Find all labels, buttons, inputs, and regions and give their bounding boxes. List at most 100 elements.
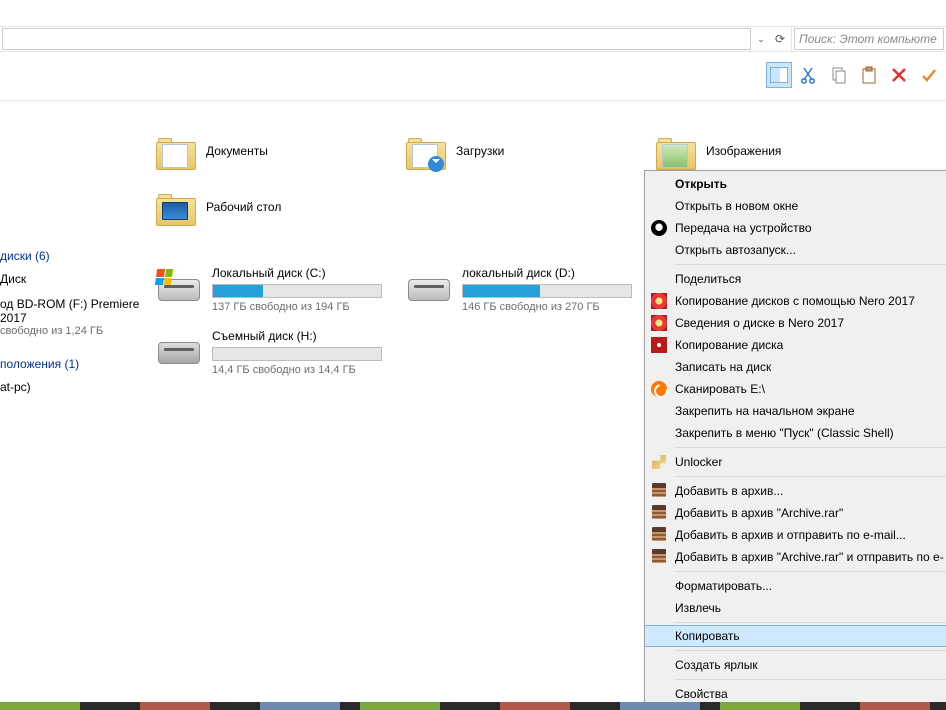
menu-separator — [675, 476, 946, 477]
menu-item[interactable]: Открыть — [645, 173, 946, 195]
sidebar-item-network[interactable]: at-pc) — [0, 377, 140, 402]
folder-downloads[interactable]: Загрузки — [400, 126, 650, 182]
menu-item[interactable]: Unlocker — [645, 451, 946, 473]
menu-item[interactable]: Закрепить в меню "Пуск" (Classic Shell) — [645, 422, 946, 444]
sidebar-item-bdrom[interactable]: од BD-ROM (F:) Premiere 2017 свободно из… — [0, 294, 140, 345]
menu-item[interactable]: Открыть автозапуск... — [645, 239, 946, 261]
menu-item-label: Открыть — [675, 177, 727, 191]
menu-item[interactable]: Форматировать... — [645, 575, 946, 597]
menu-item[interactable]: Копировать — [645, 625, 946, 647]
menu-item-label: Открыть в новом окне — [675, 199, 798, 213]
menu-item-label: Записать на диск — [675, 360, 771, 374]
drive-label: Локальный диск (C:) — [212, 266, 394, 280]
nerodisc-icon — [651, 337, 667, 353]
delete-button[interactable] — [886, 62, 912, 88]
drive-d[interactable]: локальный диск (D:) 146 ГБ свободно из 2… — [400, 258, 650, 321]
drive-h[interactable]: Съемный диск (H:) 14,4 ГБ свободно из 14… — [150, 321, 400, 384]
menu-separator — [675, 622, 946, 623]
menu-item[interactable]: Сведения о диске в Nero 2017 — [645, 312, 946, 334]
section-network-header[interactable]: положения (1) — [0, 353, 140, 377]
drive-c[interactable]: Локальный диск (C:) 137 ГБ свободно из 1… — [150, 258, 400, 321]
section-drives-header[interactable]: диски (6) — [0, 245, 140, 269]
menu-item-label: Копирование дисков с помощью Nero 2017 — [675, 294, 915, 308]
menu-item-label: Добавить в архив... — [675, 484, 783, 498]
menu-item-label: Открыть автозапуск... — [675, 243, 796, 257]
menu-item[interactable]: Поделиться — [645, 268, 946, 290]
nero-icon — [651, 293, 667, 309]
taskbar-edge — [0, 702, 946, 710]
nero-icon — [651, 315, 667, 331]
menu-separator — [675, 650, 946, 651]
menu-item[interactable]: Добавить в архив "Archive.rar" и отправи… — [645, 546, 946, 568]
hdd-icon — [156, 269, 202, 303]
capacity-bar — [212, 347, 382, 361]
drive-label: Съемный диск (H:) — [212, 329, 394, 343]
menu-item-label: Передача на устройство — [675, 221, 812, 235]
menu-item[interactable]: Записать на диск — [645, 356, 946, 378]
folder-icon — [156, 138, 196, 172]
folder-label: Документы — [206, 134, 268, 158]
menu-item-label: Копирование диска — [675, 338, 783, 352]
menu-item-label: Поделиться — [675, 272, 741, 286]
menu-item[interactable]: Создать ярлык — [645, 654, 946, 676]
menu-item-label: Закрепить на начальном экране — [675, 404, 855, 418]
menu-item-label: Копировать — [675, 629, 740, 643]
folder-documents[interactable]: Документы — [150, 126, 400, 182]
preview-pane-button[interactable] — [766, 62, 792, 88]
rar-icon — [651, 527, 667, 543]
menu-item[interactable]: Добавить в архив... — [645, 480, 946, 502]
menu-item-label: Добавить в архив "Archive.rar" — [675, 506, 843, 520]
menu-item-label: Форматировать... — [675, 579, 772, 593]
menu-item-label: Добавить в архив "Archive.rar" и отправи… — [675, 550, 944, 564]
menu-item[interactable]: Копирование дисков с помощью Nero 2017 — [645, 290, 946, 312]
menu-item-label: Закрепить в меню "Пуск" (Classic Shell) — [675, 426, 894, 440]
capacity-bar — [462, 284, 632, 298]
menu-item[interactable]: Закрепить на начальном экране — [645, 400, 946, 422]
sidebar-item-disk[interactable]: Диск — [0, 269, 140, 294]
menu-item-label: Unlocker — [675, 455, 722, 469]
folder-label: Изображения — [706, 134, 781, 158]
folder-icon — [656, 138, 696, 172]
search-input[interactable]: Поиск: Этот компьюте — [794, 28, 944, 50]
rar-icon — [651, 505, 667, 521]
scissors-icon — [800, 66, 818, 84]
x-icon — [890, 66, 908, 84]
menu-separator — [675, 264, 946, 265]
menu-item[interactable]: Добавить в архив "Archive.rar" — [645, 502, 946, 524]
menu-item-label: Сканировать E:\ — [675, 382, 765, 396]
address-bar: ⌄ ⟳ Поиск: Этот компьюте — [0, 26, 946, 52]
apply-button[interactable] — [916, 62, 942, 88]
cut-button[interactable] — [796, 62, 822, 88]
copy-button[interactable] — [826, 62, 852, 88]
menu-separator — [675, 571, 946, 572]
folder-icon — [156, 194, 196, 228]
avast-icon — [651, 381, 667, 397]
address-path-input[interactable] — [2, 28, 751, 50]
checkmark-icon — [920, 66, 938, 84]
clipboard-icon — [860, 66, 878, 84]
refresh-button[interactable]: ⟳ — [769, 28, 791, 50]
menu-item[interactable]: Передача на устройство — [645, 217, 946, 239]
drive-freespace: 146 ГБ свободно из 270 ГБ — [462, 301, 644, 313]
menu-item[interactable]: Копирование диска — [645, 334, 946, 356]
context-menu: Открыть Открыть в новом окне Передача на у… — [644, 170, 946, 708]
copy-icon — [830, 66, 848, 84]
menu-item-label: Создать ярлык — [675, 658, 758, 672]
drive-label: локальный диск (D:) — [462, 266, 644, 280]
menu-item[interactable]: Добавить в архив и отправить по e-mail..… — [645, 524, 946, 546]
folder-desktop[interactable]: Рабочий стол — [150, 182, 400, 238]
paste-button[interactable] — [856, 62, 882, 88]
dev-icon — [651, 220, 667, 236]
menu-item-label: Добавить в архив и отправить по e-mail..… — [675, 528, 906, 542]
left-sidebar: диски (6) Диск од BD-ROM (F:) Premiere 2… — [0, 101, 140, 700]
windows-icon — [155, 269, 173, 285]
menu-item[interactable]: Сканировать E:\ — [645, 378, 946, 400]
drive-freespace: 14,4 ГБ свободно из 14,4 ГБ — [212, 364, 394, 376]
menu-item[interactable]: Извлечь — [645, 597, 946, 619]
key-icon — [651, 454, 667, 470]
address-dropdown-button[interactable]: ⌄ — [753, 28, 769, 50]
menu-item[interactable]: Открыть в новом окне — [645, 195, 946, 217]
toolbar — [762, 55, 946, 95]
preview-icon — [770, 67, 788, 83]
folder-label: Рабочий стол — [206, 190, 281, 214]
